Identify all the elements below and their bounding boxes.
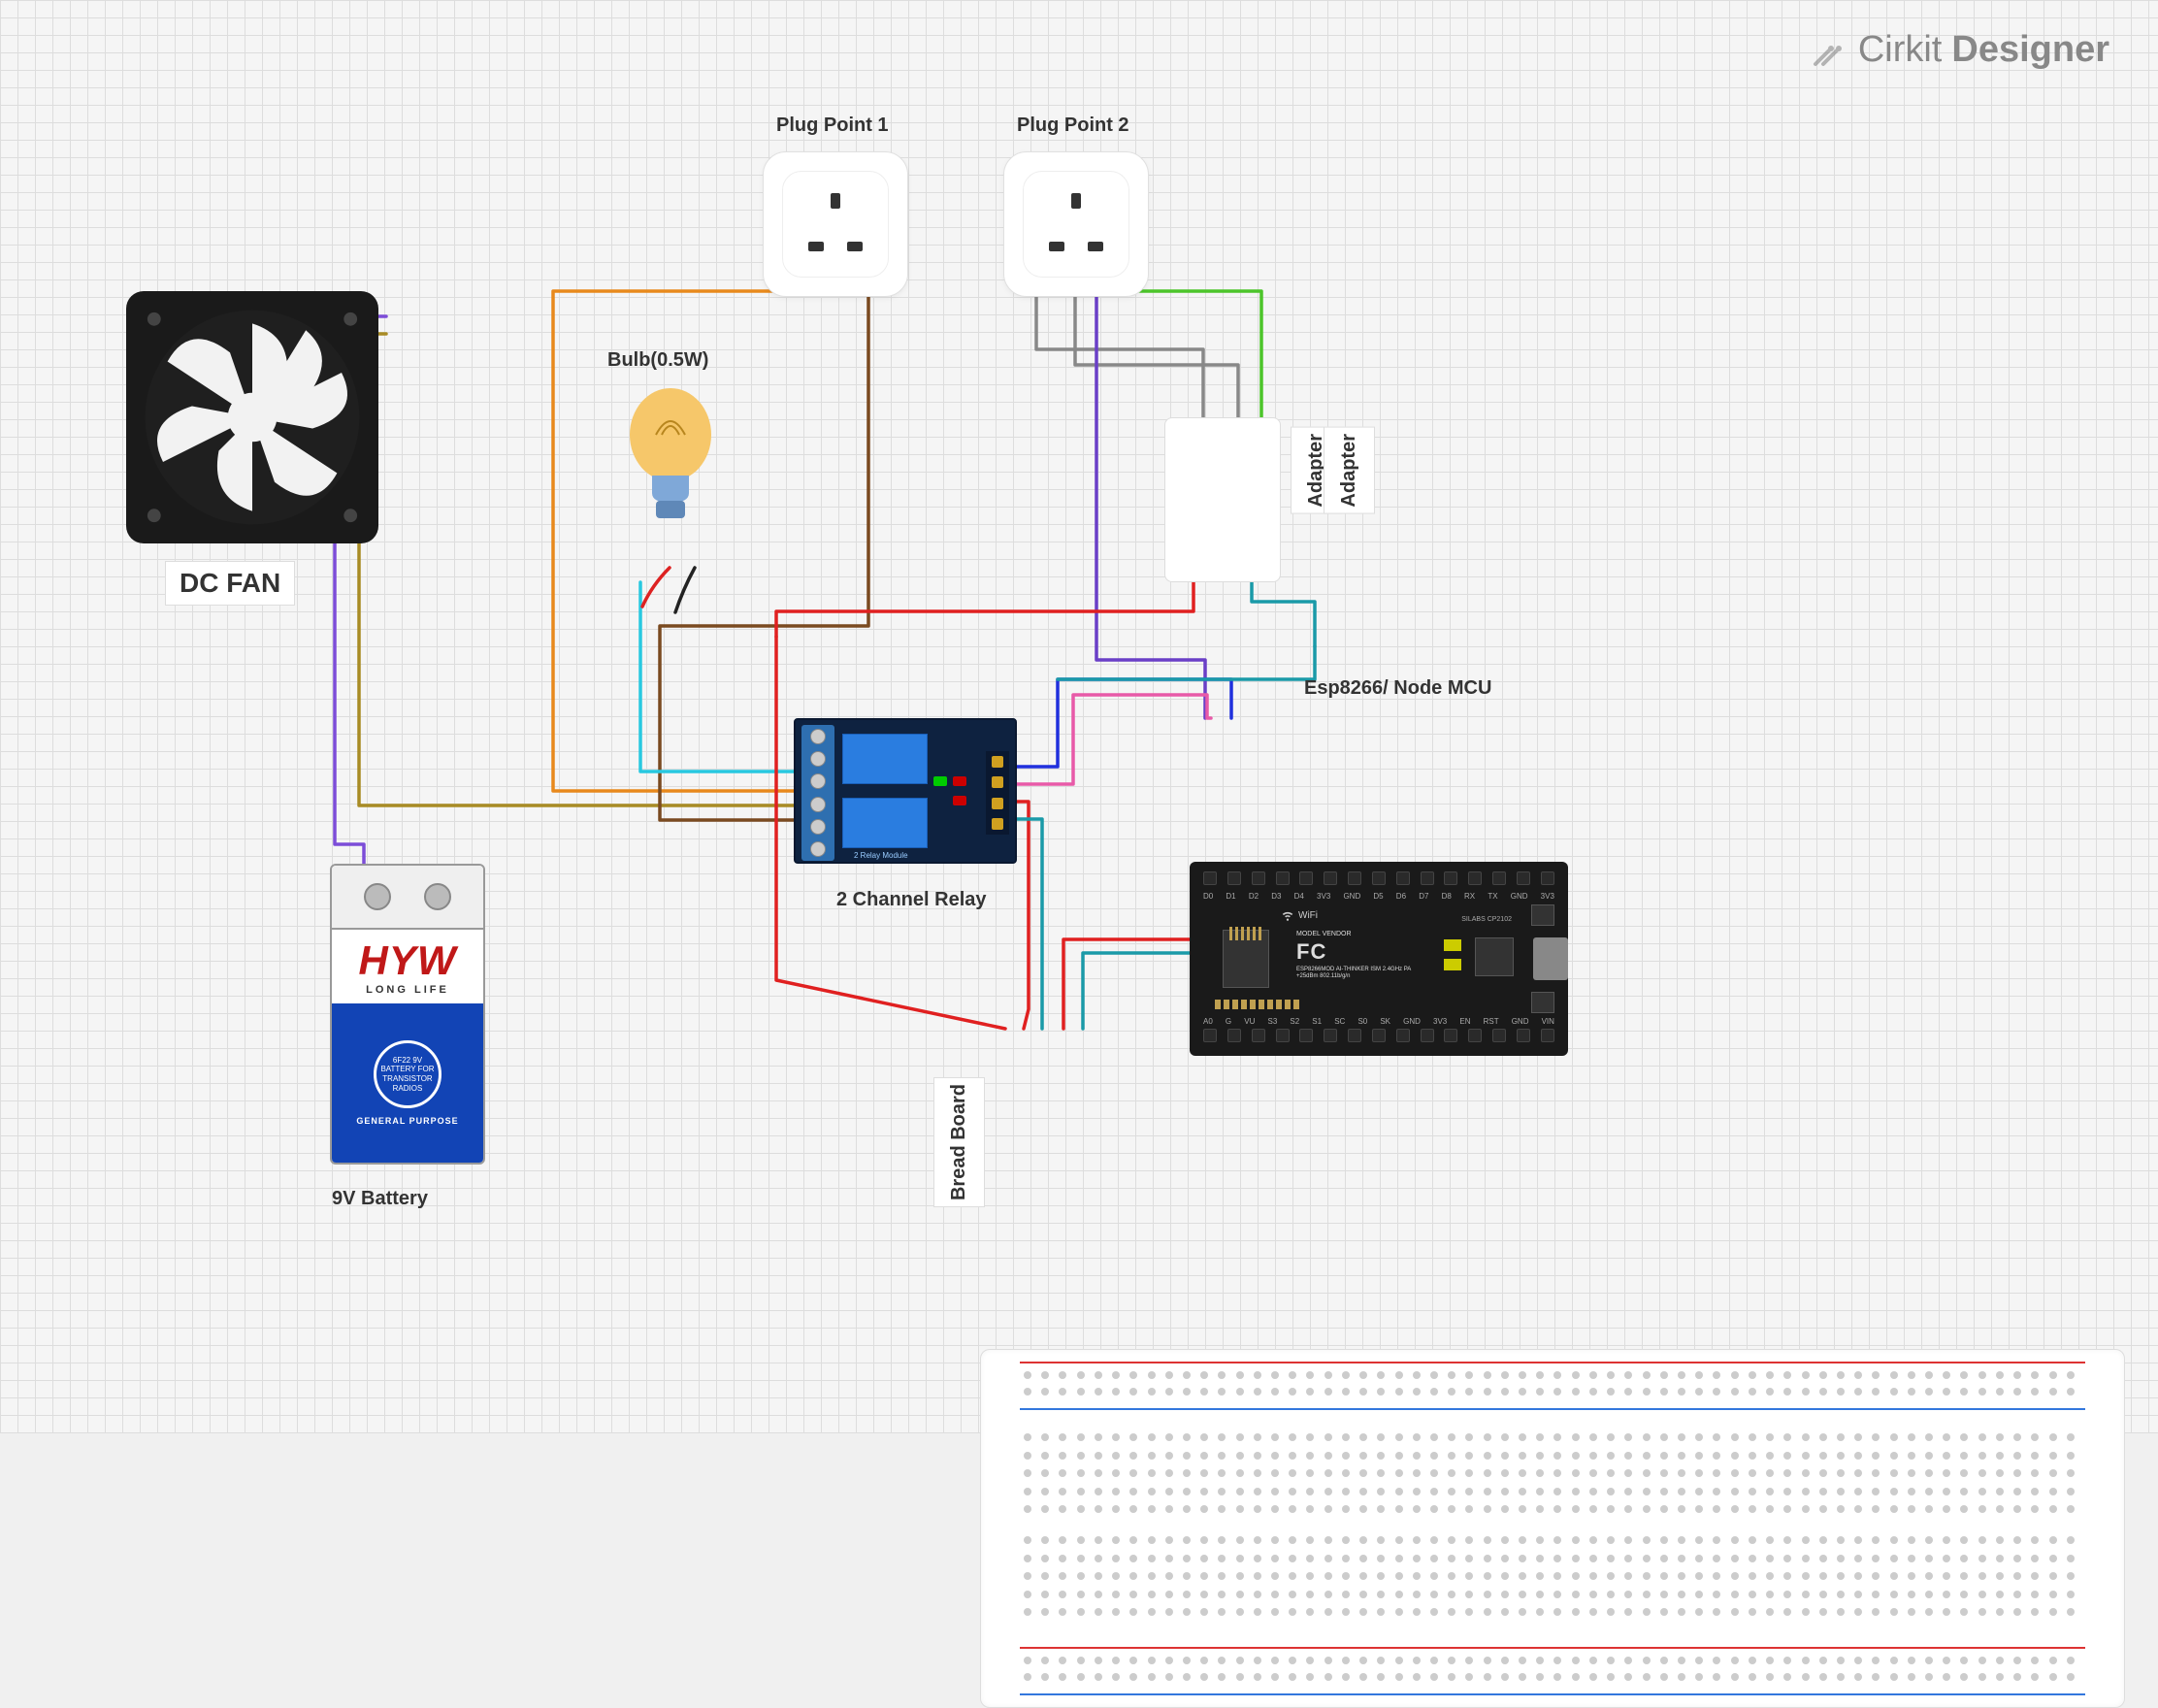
plug-slot (1049, 242, 1064, 251)
bb-rail (1020, 1693, 2085, 1695)
mcu-wifi-label: WiFi (1281, 908, 1318, 922)
wire-relay-mcu-blue (1013, 679, 1231, 767)
relay-header-pins (986, 751, 1009, 835)
plug-slot (1071, 193, 1081, 209)
brand-watermark: Cirkit Designer (1810, 29, 2109, 71)
battery-9v[interactable]: HYW LONG LIFE 6F22 9V BATTERY FOR TRANSI… (330, 864, 485, 1165)
bb-rail (1020, 1362, 2085, 1363)
relay-led (953, 776, 966, 786)
mcu-antenna (1229, 927, 1262, 940)
bulb-label: Bulb(0.5W) (594, 344, 722, 378)
mcu-led (1444, 939, 1461, 951)
wire-fan-relay (359, 334, 794, 805)
bb-power-row-bot (1024, 1657, 2081, 1686)
adapter[interactable] (1164, 417, 1281, 582)
battery-spec: 6F22 9V BATTERY FOR TRANSISTOR RADIOS (374, 1040, 441, 1108)
mcu-pinrow-bot (1203, 1029, 1554, 1046)
mcu-usb-chip (1475, 937, 1514, 976)
wire-bulb-relay-cyan (640, 582, 794, 772)
design-canvas[interactable]: DC FAN Plug Point 1 Plug Point 2 Bulb(0.… (0, 0, 2158, 1433)
battery-label: 9V Battery (318, 1182, 441, 1216)
mcu-gold-pads (1215, 1000, 1299, 1009)
wire-adapter-red (776, 582, 1193, 637)
bb-tie-rows-top (1024, 1433, 2081, 1521)
wire-adaptteal-long (1058, 646, 1315, 679)
plug-face (782, 171, 889, 278)
battery-body: 6F22 9V BATTERY FOR TRANSISTOR RADIOS GE… (332, 1003, 483, 1163)
plug2-label: Plug Point 2 (1003, 109, 1143, 143)
plug-point-2[interactable] (1003, 151, 1149, 297)
mcu-pin-labels-bot: A0GVUS3S2S1SCS0SKGND3V3ENRSTGNDVIN (1203, 1017, 1554, 1026)
battery-gp: GENERAL PURPOSE (356, 1116, 458, 1126)
mcu-label: Esp8266/ Node MCU (1291, 672, 1505, 706)
relay-cube-2 (842, 798, 928, 848)
adapter-label-2: Adapter (1324, 427, 1375, 514)
plug1-label: Plug Point 1 (763, 109, 902, 143)
breadboard[interactable] (980, 1349, 2125, 1708)
plug-slot (1088, 242, 1103, 251)
relay-cube-1 (842, 734, 928, 784)
battery-terminal-pos (364, 883, 391, 910)
nodemcu-esp8266[interactable]: D0D1D2D3D43V3GNDD5D6D7D8RXTXGND3V3 A0GVU… (1190, 862, 1568, 1056)
wire-plug2-adapter-1 (1036, 291, 1203, 417)
relay-2ch[interactable]: 2 Relay Module (794, 718, 1017, 864)
bulb-icon (617, 386, 724, 561)
battery-longlife: LONG LIFE (332, 984, 483, 996)
relay-led (953, 796, 966, 805)
wire-plug2-adapter-2 (1075, 291, 1238, 417)
brand-icon (1810, 31, 1848, 70)
mcu-led (1444, 959, 1461, 970)
mcu-esp-chip (1223, 930, 1269, 988)
dc-fan[interactable] (126, 291, 378, 543)
fan-icon (141, 306, 364, 529)
mcu-reset-button[interactable] (1531, 992, 1554, 1013)
bulb[interactable] (617, 386, 724, 566)
wifi-icon (1281, 908, 1294, 922)
relay-board-text: 2 Relay Module (854, 851, 908, 860)
wire-adapter-teal (1252, 582, 1315, 646)
mcu-details: MODEL VENDOR FC ESP8266MOD AI-THINKER IS… (1296, 930, 1413, 981)
battery-terminal-neg (424, 883, 451, 910)
mcu-flash-button[interactable] (1531, 904, 1554, 926)
bb-rail (1020, 1408, 2085, 1410)
plug-slot (808, 242, 824, 251)
wire-bulb-red (642, 568, 670, 607)
bb-rail (1020, 1647, 2085, 1649)
breadboard-label: Bread Board (933, 1077, 985, 1207)
mcu-silabs: SILABS CP2102 (1461, 916, 1512, 923)
relay-label: 2 Channel Relay (823, 883, 1000, 917)
battery-brand: HYW (332, 930, 483, 984)
plug-slot (847, 242, 863, 251)
wire-relay-mcu-pink (1013, 695, 1211, 784)
relay-led (933, 776, 947, 786)
plug-face (1023, 171, 1129, 278)
mcu-pinrow-top (1203, 871, 1554, 889)
bb-power-row-top (1024, 1371, 2081, 1400)
mcu-wifi-text: WiFi (1298, 910, 1318, 921)
wire-plug2-green (1116, 291, 1261, 417)
brand-name: Cirkit (1858, 29, 1943, 71)
plug-point-1[interactable] (763, 151, 908, 297)
mcu-usb-port (1533, 937, 1568, 980)
mcu-pin-labels-top: D0D1D2D3D43V3GNDD5D6D7D8RXTXGND3V3 (1203, 892, 1554, 901)
bb-tie-rows-bot (1024, 1536, 2081, 1624)
battery-terminals (332, 866, 483, 930)
brand-suffix: Designer (1951, 29, 2109, 71)
dc-fan-label: DC FAN (165, 561, 295, 606)
wire-bulb-black (675, 568, 695, 612)
plug-slot (831, 193, 840, 209)
relay-screw-terminals (801, 725, 834, 861)
wire-relay-bboard-teal (1013, 819, 1042, 1029)
